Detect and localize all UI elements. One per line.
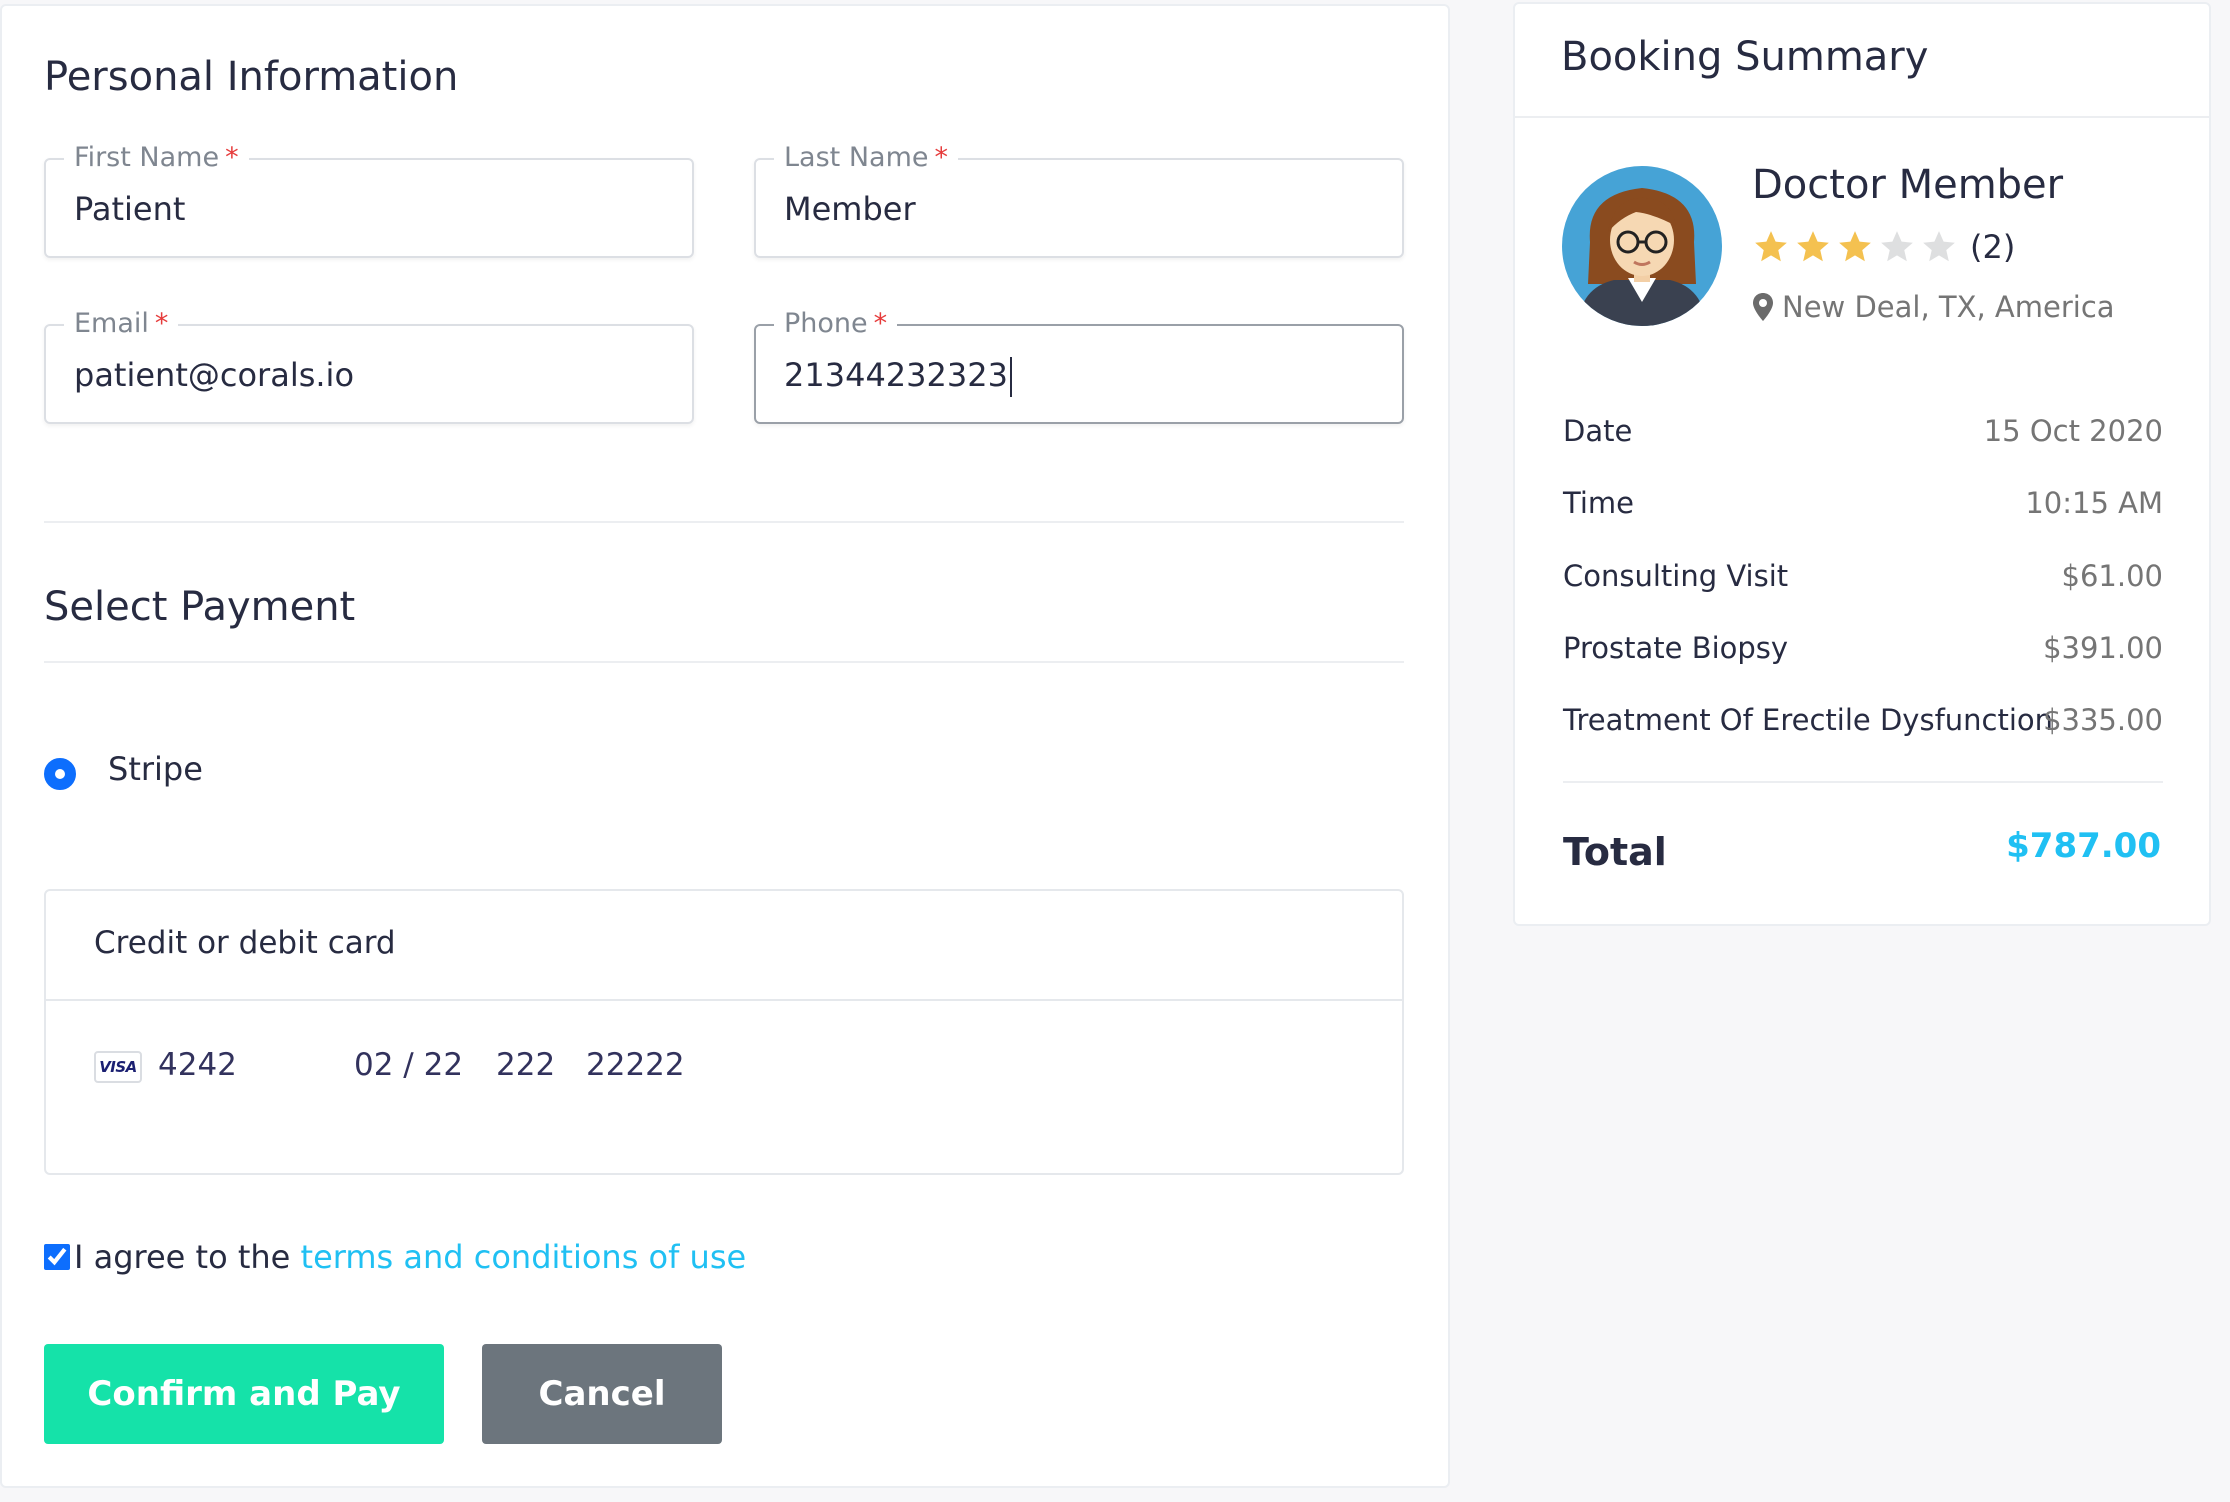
card-cvc-input[interactable]: 222: [496, 1047, 555, 1083]
phone-label: Phone *: [774, 308, 898, 340]
summary-row-label: Treatment Of Erectile Dysfunction: [1563, 703, 2054, 737]
phone-field[interactable]: Phone * 21344232323: [754, 308, 1404, 424]
star-filled-icon: [1797, 231, 1829, 262]
card-element-header: Credit or debit card: [46, 891, 1402, 1001]
map-marker-icon: [1753, 293, 1773, 321]
booking-summary-title: Booking Summary: [1561, 34, 1929, 80]
stripe-radio[interactable]: [44, 758, 76, 790]
required-mark: *: [225, 142, 239, 173]
booking-summary-header: Booking Summary: [1515, 4, 2209, 118]
summary-row-label: Consulting Visit: [1563, 559, 1789, 593]
select-payment-title: Select Payment: [44, 584, 356, 630]
first-name-input[interactable]: Patient: [74, 186, 185, 232]
summary-divider: [1563, 781, 2163, 783]
phone-input[interactable]: 21344232323: [784, 352, 1012, 398]
summary-row-consulting-visit: Consulting Visit $61.00: [1563, 559, 2163, 609]
stripe-radio-label[interactable]: Stripe: [108, 750, 203, 788]
star-empty-icon: [1881, 231, 1913, 262]
star-filled-icon: [1755, 231, 1787, 262]
doctor-avatar-icon[interactable]: [1562, 166, 1722, 326]
booking-summary-card: Booking Summary Doctor Member (2) New De…: [1513, 2, 2211, 926]
total-label: Total: [1563, 830, 1667, 874]
terms-checkbox[interactable]: [44, 1244, 70, 1270]
doctor-name[interactable]: Doctor Member: [1752, 162, 2063, 208]
visa-icon: VISA: [94, 1051, 142, 1083]
card-zip-input[interactable]: 22222: [586, 1047, 685, 1083]
summary-row-treatment: Treatment Of Erectile Dysfunction $335.0…: [1563, 703, 2163, 753]
last-name-label: Last Name *: [774, 142, 958, 174]
required-mark: *: [154, 308, 169, 339]
doctor-location: New Deal, TX, America: [1752, 290, 2115, 324]
text-caret: [1009, 357, 1012, 397]
email-input[interactable]: patient@corals.io: [74, 352, 354, 398]
summary-row-value: 10:15 AM: [2025, 486, 2163, 520]
first-name-label: First Name *: [64, 142, 249, 174]
summary-row-label: Time: [1563, 486, 1634, 520]
last-name-input[interactable]: Member: [784, 186, 916, 232]
star-empty-icon: [1923, 231, 1955, 262]
terms-text: I agree to the: [74, 1238, 301, 1276]
confirm-and-pay-button[interactable]: Confirm and Pay: [44, 1344, 444, 1444]
card-element: Credit or debit card VISA 4242 02 / 22 2…: [44, 889, 1404, 1175]
summary-row-date: Date 15 Oct 2020: [1563, 414, 2163, 464]
card-number-input[interactable]: 4242: [158, 1047, 237, 1083]
rating-stars: (2): [1752, 228, 2015, 266]
rating-count: (2): [1970, 228, 2016, 266]
card-element-title: Credit or debit card: [94, 925, 396, 961]
terms-agreement: I agree to the terms and conditions of u…: [44, 1238, 746, 1276]
first-name-field[interactable]: First Name * Patient: [44, 142, 694, 258]
checkout-form-card: Personal Information First Name * Patient…: [0, 4, 1450, 1488]
star-filled-icon: [1839, 231, 1871, 262]
last-name-field[interactable]: Last Name * Member: [754, 142, 1404, 258]
card-expiry-input[interactable]: 02 / 22: [354, 1047, 463, 1083]
email-field[interactable]: Email * patient@corals.io: [44, 308, 694, 424]
required-mark: *: [873, 308, 888, 339]
cancel-button[interactable]: Cancel: [482, 1344, 722, 1444]
required-mark: *: [934, 142, 948, 173]
total-value: $787.00: [2006, 826, 2161, 866]
summary-row-value: $61.00: [2061, 559, 2163, 593]
summary-row-time: Time 10:15 AM: [1563, 486, 2163, 536]
summary-row-value: $335.00: [2043, 703, 2163, 737]
location-text: New Deal, TX, America: [1782, 290, 2115, 324]
personal-info-title: Personal Information: [44, 54, 459, 100]
summary-row-prostate-biopsy: Prostate Biopsy $391.00: [1563, 631, 2163, 681]
terms-link[interactable]: terms and conditions of use: [301, 1238, 747, 1276]
summary-row-label: Date: [1563, 414, 1633, 448]
payment-divider: [44, 661, 1404, 663]
summary-row-value: 15 Oct 2020: [1983, 414, 2163, 448]
summary-row-label: Prostate Biopsy: [1563, 631, 1789, 665]
email-label: Email *: [64, 308, 179, 340]
section-divider: [44, 521, 1404, 523]
summary-row-value: $391.00: [2043, 631, 2163, 665]
